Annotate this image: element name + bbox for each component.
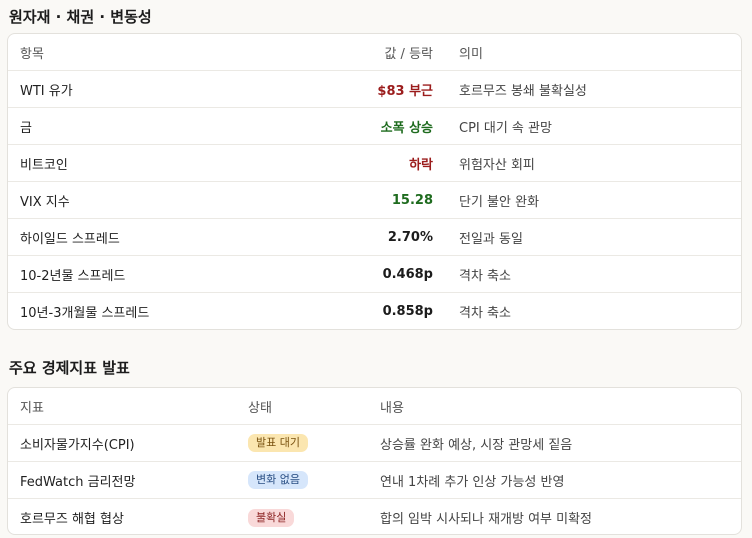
indicators-table: 지표 상태 내용 소비자물가지수(CPI) 발표 대기 상승률 완화 예상, 시… [7,387,742,535]
table-row: 10년-3개월물 스프레드 0.858p 격차 축소 [8,293,741,329]
status-badge: 변화 없음 [248,471,308,489]
row-meaning: CPI 대기 속 관망 [459,120,552,136]
row-content: 연내 1차례 추가 인상 가능성 반영 [380,474,565,490]
row-value: 소폭 상승 [380,120,433,136]
table-header-row: 항목 값 / 등락 의미 [8,34,741,71]
row-content: 합의 임박 시사되나 재개방 여부 미확정 [380,512,593,527]
table-row: 10-2년물 스프레드 0.468p 격차 축소 [8,256,741,293]
column-header-content: 내용 [380,400,404,416]
row-value: 2.70% [387,229,433,245]
section-title-commodities: 원자재 · 채권 · 변동성 [9,8,152,26]
status-badge: 발표 대기 [248,434,308,452]
row-item-label: 하이일드 스프레드 [20,231,120,247]
status-badge: 불확실 [248,508,295,527]
row-meaning: 단기 불안 완화 [459,194,540,210]
table-row: WTI 유가 $83 부근 호르무즈 봉쇄 불확실성 [8,71,741,108]
row-value: 0.858p [382,304,433,319]
table-row: 금 소폭 상승 CPI 대기 속 관망 [8,108,741,145]
table-row: 소비자물가지수(CPI) 발표 대기 상승률 완화 예상, 시장 관망세 짙음 [8,425,741,462]
column-header-indicator: 지표 [20,400,44,416]
commodities-table: 항목 값 / 등락 의미 WTI 유가 $83 부근 호르무즈 봉쇄 불확실성 … [7,33,742,330]
row-value: 15.28 [391,192,433,208]
status-cell: 발표 대기 [248,425,308,461]
section-title-indicators: 주요 경제지표 발표 [9,359,130,377]
row-item-label: 비트코인 [20,157,68,173]
table-header-row: 지표 상태 내용 [8,388,741,425]
row-item-label: VIX 지수 [20,194,70,210]
row-item-label: 금 [20,120,32,136]
table-row: 하이일드 스프레드 2.70% 전일과 동일 [8,219,741,256]
row-indicator-label: FedWatch 금리전망 [20,474,136,490]
row-indicator-label: 소비자물가지수(CPI) [20,437,135,453]
row-content: 상승률 완화 예상, 시장 관망세 짙음 [380,437,573,453]
row-item-label: 10-2년물 스프레드 [20,268,126,284]
status-cell: 변화 없음 [248,462,308,498]
row-meaning: 호르무즈 봉쇄 불확실성 [459,83,587,99]
row-meaning: 위험자산 회피 [459,157,535,173]
table-row: FedWatch 금리전망 변화 없음 연내 1차례 추가 인상 가능성 반영 [8,462,741,499]
table-row: VIX 지수 15.28 단기 불안 완화 [8,182,741,219]
row-indicator-label: 호르무즈 해협 협상 [20,512,124,527]
row-meaning: 격차 축소 [459,306,511,321]
status-cell: 불확실 [248,499,295,534]
table-row: 호르무즈 해협 협상 불확실 합의 임박 시사되나 재개방 여부 미확정 [8,499,741,534]
row-item-label: 10년-3개월물 스프레드 [20,306,150,321]
row-value: 0.468p [382,266,433,282]
column-header-status: 상태 [248,400,272,416]
row-value: 하락 [409,157,433,173]
row-meaning: 격차 축소 [459,268,511,284]
table-row: 비트코인 하락 위험자산 회피 [8,145,741,182]
row-item-label: WTI 유가 [20,83,73,99]
column-header-item: 항목 [20,46,44,62]
column-header-meaning: 의미 [459,46,483,62]
row-value: $83 부근 [377,83,433,99]
row-meaning: 전일과 동일 [459,231,523,247]
column-header-value: 값 / 등락 [384,46,433,62]
